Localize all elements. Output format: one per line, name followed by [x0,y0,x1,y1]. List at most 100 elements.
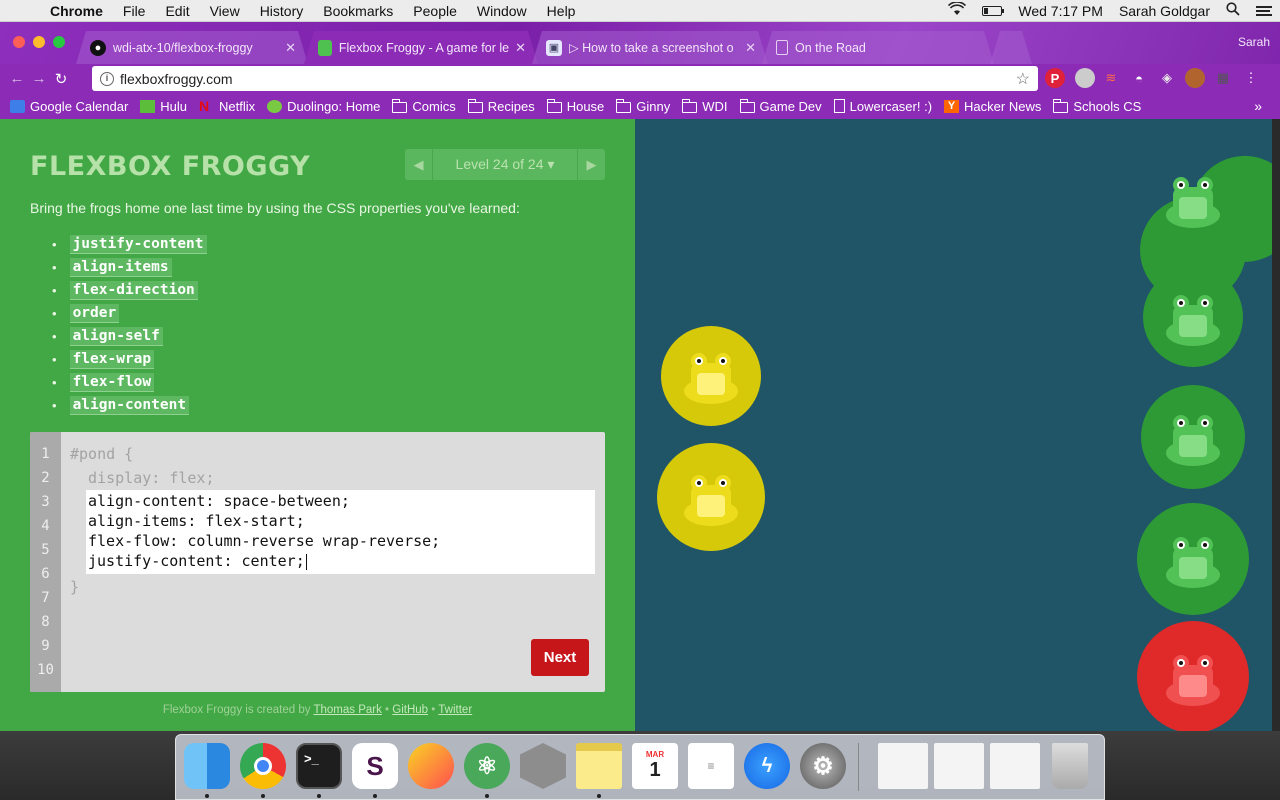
close-window-button[interactable] [13,36,25,48]
running-indicator [205,794,209,798]
bookmark-duolingo[interactable]: Duolingo: Home [267,99,380,114]
bookmark-hulu[interactable]: Hulu [140,99,187,114]
calendar-app-icon[interactable]: MAR 1 [632,743,678,789]
bookmark-ginny[interactable]: Ginny [616,98,670,114]
minimize-window-button[interactable] [33,36,45,48]
property-flex-wrap[interactable]: flex-wrap [69,350,155,369]
zoom-window-button[interactable] [53,36,65,48]
menu-user[interactable]: Sarah Goldgar [1111,3,1218,19]
messenger-icon[interactable]: ϟ [744,743,790,789]
battery-icon[interactable] [974,3,1010,19]
menu-bookmarks[interactable]: Bookmarks [313,3,403,19]
next-button[interactable]: Next [531,639,589,676]
twitter-link[interactable]: Twitter [438,704,472,716]
list-item: align-items [52,256,207,279]
reload-icon[interactable]: ↻ [50,70,72,88]
bookmark-star-icon[interactable]: ☆ [1016,69,1030,89]
bookmark-game-dev[interactable]: Game Dev [739,98,822,114]
menu-history[interactable]: History [250,3,314,19]
running-indicator [317,794,321,798]
bookmark-wdi[interactable]: WDI [682,98,728,114]
spotlight-icon[interactable] [1218,2,1248,19]
window-thumbnail-icon[interactable] [934,743,984,789]
lilypad-green [1137,503,1249,615]
system-preferences-icon[interactable]: ⚙ [800,743,846,789]
incognito-extension-icon[interactable]: ◓ [1129,68,1149,88]
todoist-icon[interactable]: ≋ [1101,68,1121,88]
slack-icon[interactable]: S [352,743,398,789]
menu-window[interactable]: Window [467,3,537,19]
bookmark-label: Duolingo: Home [287,98,381,114]
bookmarks-bar: Google Calendar Hulu N Netflix Duolingo: … [0,93,1280,119]
notes-icon[interactable] [576,743,622,789]
bookmark-house[interactable]: House [546,98,604,114]
author-link[interactable]: Thomas Park [313,704,381,716]
chrome-icon[interactable] [240,743,286,789]
bookmark-hacker-news[interactable]: Y Hacker News [944,99,1041,114]
window-thumbnail-icon[interactable] [878,743,928,789]
instructions-panel: FLEXBOX FROGGY ◀ Level 24 of 24 ▾ ▶ Brin… [0,119,635,731]
menu-edit[interactable]: Edit [155,3,199,19]
bookmark-schools-cs[interactable]: Schools CS [1053,98,1142,114]
dock-separator [858,743,859,791]
tab-screenshot-howto[interactable]: ▣ ▷ How to take a screenshot o ✕ [532,31,768,64]
bookmarks-overflow-button[interactable]: » [1254,98,1262,114]
previous-level-arrow-icon[interactable]: ◀ [405,149,433,180]
bookmark-google-calendar[interactable]: Google Calendar [10,99,128,114]
css-input-textarea[interactable]: align-content: space-between; align-item… [86,490,595,574]
github-link[interactable]: GitHub [392,704,428,716]
property-flex-flow[interactable]: flex-flow [69,373,155,392]
property-flex-direction[interactable]: flex-direction [69,281,198,300]
atom-icon[interactable]: ⚛ [464,743,510,789]
menu-app-chrome[interactable]: Chrome [40,3,113,19]
bookmark-label: Schools CS [1073,98,1142,114]
finder-icon[interactable] [184,743,230,789]
property-align-self[interactable]: align-self [69,327,163,346]
mac-menu-bar: Chrome File Edit View History Bookmarks … [0,0,1280,22]
reminders-icon[interactable]: ≡ [688,743,734,789]
cookie-icon[interactable] [1185,68,1205,88]
bookmark-netflix[interactable]: N Netflix [199,99,255,114]
pinterest-icon[interactable]: P [1045,68,1065,88]
tab-flexbox-froggy[interactable]: Flexbox Froggy - A game for le ✕ [304,31,538,64]
brave-browser-icon[interactable] [408,743,454,789]
menu-view[interactable]: View [200,3,250,19]
extension-grammar-icon[interactable] [1075,68,1095,88]
bookmark-comics[interactable]: Comics [392,98,456,114]
menu-help[interactable]: Help [537,3,586,19]
credits-separator: • [381,704,393,716]
trash-icon[interactable] [1052,743,1088,789]
back-arrow-icon[interactable]: ← [6,70,28,87]
notification-center-icon[interactable] [1248,3,1280,19]
menu-people[interactable]: People [403,3,467,19]
profile-name[interactable]: Sarah [1238,35,1270,49]
forward-arrow-icon[interactable]: → [28,70,50,87]
chrome-menu-icon[interactable]: ⋮ [1241,68,1261,88]
pasta-icon[interactable] [520,743,566,789]
menu-file[interactable]: File [113,3,156,19]
new-tab-button[interactable] [990,31,1032,64]
wifi-icon[interactable] [940,1,974,19]
bookmark-recipes[interactable]: Recipes [467,98,535,114]
terminal-icon[interactable]: >_ [296,743,342,789]
property-justify-content[interactable]: justify-content [69,235,207,254]
property-order[interactable]: order [69,304,120,323]
close-tab-icon[interactable]: ✕ [279,40,296,56]
next-level-arrow-icon[interactable]: ▶ [577,149,605,180]
bookmark-label: Hacker News [964,98,1042,114]
bookmark-lowercaser[interactable]: Lowercaser! :) [833,99,932,114]
property-align-content[interactable]: align-content [69,396,190,415]
lightbulb-icon[interactable]: ◈ [1157,68,1177,88]
menu-clock[interactable]: Wed 7:17 PM [1010,3,1111,19]
window-thumbnail-icon[interactable] [990,743,1040,789]
film-extension-icon[interactable]: ▦ [1213,68,1233,88]
tab-on-the-road[interactable]: On the Road [762,31,994,64]
folder-icon [616,98,632,113]
close-tab-icon[interactable]: ✕ [739,40,756,56]
address-bar[interactable]: i flexboxfroggy.com ☆ [92,66,1038,91]
tab-github[interactable]: ● wdi-atx-10/flexbox-froggy ✕ [76,31,308,64]
close-tab-icon[interactable]: ✕ [509,40,526,56]
property-align-items[interactable]: align-items [69,258,172,277]
info-icon[interactable]: i [100,71,114,86]
level-dropdown[interactable]: Level 24 of 24 ▾ [433,156,577,173]
